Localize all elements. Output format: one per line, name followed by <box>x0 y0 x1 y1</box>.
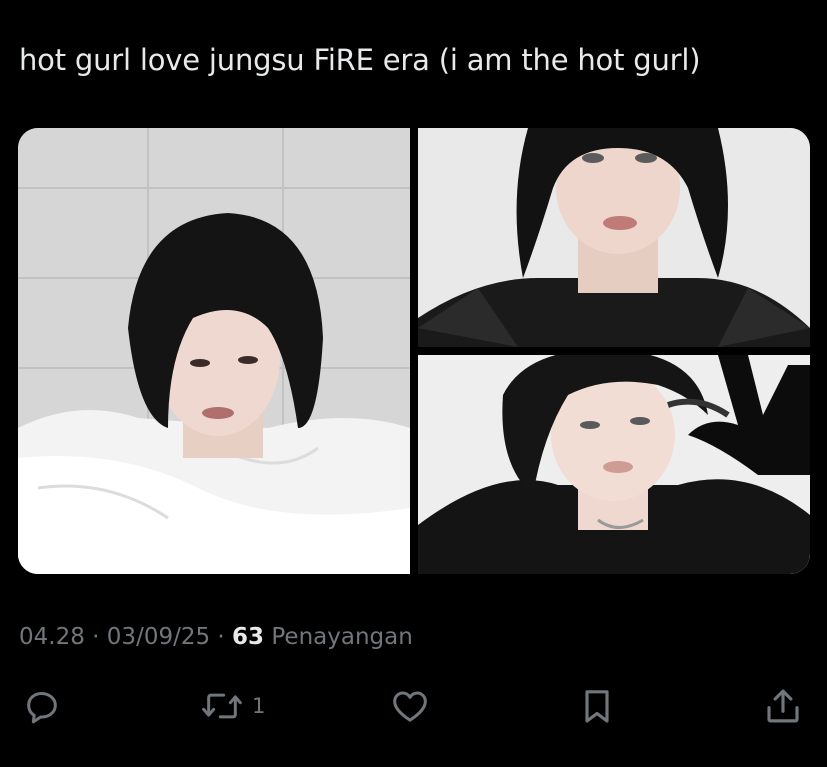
bookmark-button[interactable] <box>579 680 615 732</box>
bookmark-icon <box>585 690 609 723</box>
meta-separator: · <box>92 624 100 650</box>
retweet-icon <box>202 693 242 719</box>
media-grid <box>18 128 810 574</box>
tweet-time[interactable]: 04.28 <box>19 624 85 650</box>
like-button[interactable] <box>389 680 431 732</box>
tweet-actions-bar: 1 <box>0 680 827 732</box>
photo-top-right-image <box>418 128 810 347</box>
reply-icon <box>27 692 57 724</box>
tweet-date[interactable]: 03/09/25 <box>107 624 210 650</box>
photo-left-image <box>18 128 410 574</box>
tweet-text: hot gurl love jungsu FiRE era (i am the … <box>19 43 701 77</box>
heart-icon <box>393 691 427 722</box>
tweet-meta: 04.28 · 03/09/25 · 63 Penayangan <box>19 620 413 654</box>
photo-left[interactable] <box>18 128 410 574</box>
tweet-detail: hot gurl love jungsu FiRE era (i am the … <box>0 0 827 767</box>
photo-bottom-right-image <box>418 355 810 574</box>
meta-separator: · <box>217 624 225 650</box>
views-label: Penayangan <box>271 624 413 650</box>
photo-bottom-right[interactable] <box>418 355 810 574</box>
retweet-button[interactable]: 1 <box>200 680 265 732</box>
photo-top-right[interactable] <box>418 128 810 347</box>
share-button[interactable] <box>762 680 804 732</box>
share-icon <box>767 689 799 723</box>
views-count: 63 <box>232 624 265 650</box>
retweet-count: 1 <box>252 694 266 718</box>
reply-button[interactable] <box>22 680 62 732</box>
